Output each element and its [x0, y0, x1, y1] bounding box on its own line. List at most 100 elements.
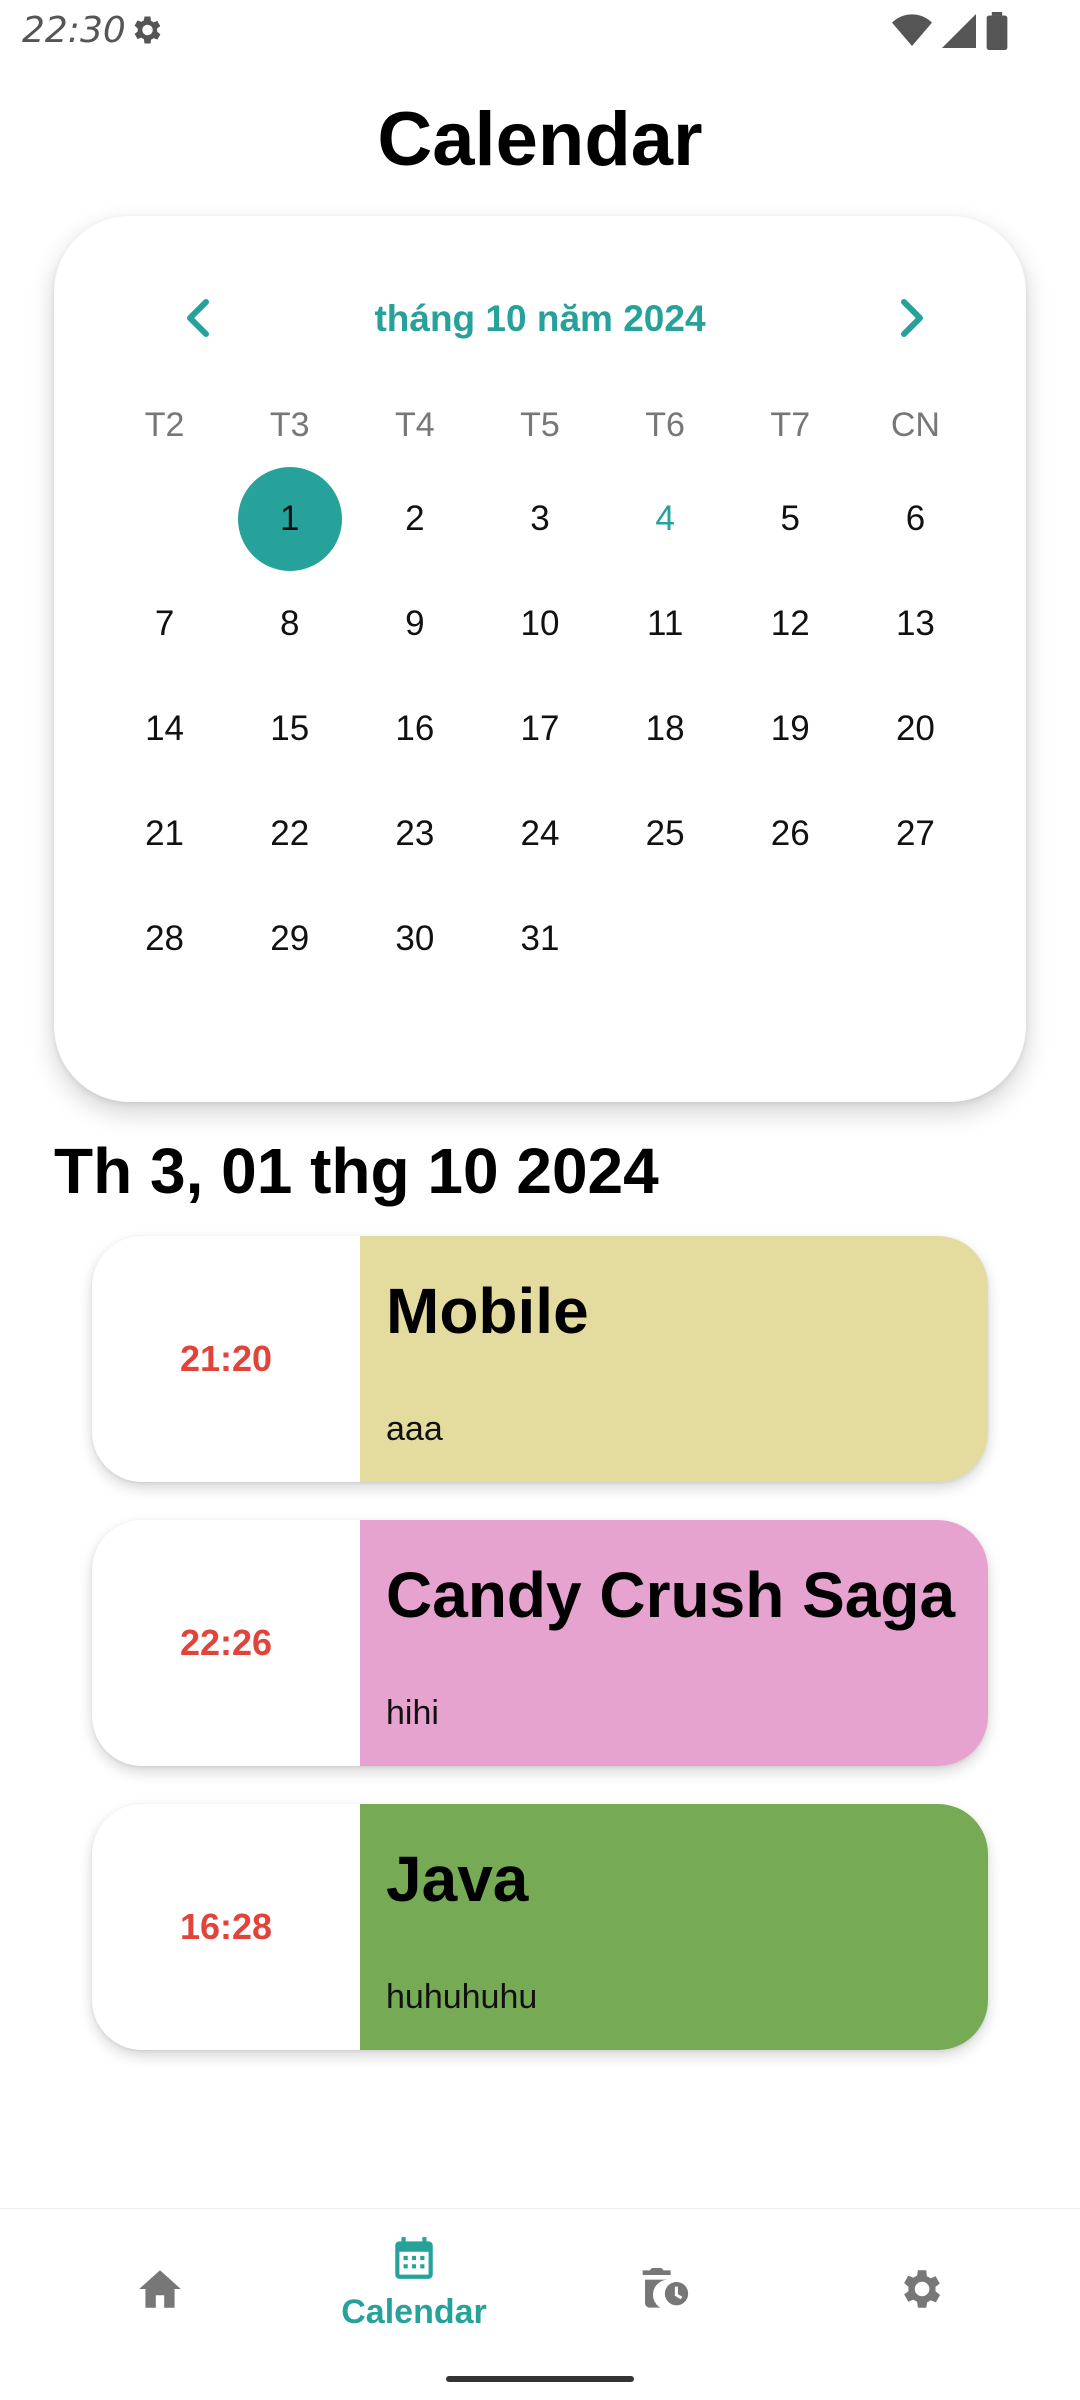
status-bar: 22:30: [0, 0, 1080, 66]
home-icon: [139, 2270, 181, 2308]
event-list: 21:20 Mobile aaa 22:26 Candy Crush Saga hihi 1…: [92, 1236, 988, 2088]
event-time: 21:20: [179, 1338, 273, 1379]
day-number: 26: [770, 813, 810, 853]
event-card[interactable]: 16:28 Java huhuhuhu: [92, 1804, 988, 2050]
day-cell[interactable]: 11: [603, 571, 728, 676]
day-number: 25: [645, 813, 685, 853]
history-icon: [642, 2268, 689, 2308]
day-number: 17: [520, 708, 560, 748]
nav-history[interactable]: [566, 2209, 766, 2369]
day-number: 18: [645, 708, 685, 748]
day-cell[interactable]: 13: [853, 571, 978, 676]
weekday-label: T5: [520, 406, 560, 444]
day-cell[interactable]: 25: [603, 781, 728, 886]
calendar-card: tháng 10 năm 2024 T2 T3 T4 T5 T6 T7 CN 1234567…: [54, 216, 1026, 1102]
day-number: 23: [395, 813, 435, 853]
calendar-icon: [395, 2237, 433, 2279]
day-cell[interactable]: 1: [227, 466, 352, 571]
weekday-label: CN: [890, 406, 940, 444]
day-cell[interactable]: 5: [728, 466, 853, 571]
event-body: Candy Crush Saga hihi: [360, 1520, 988, 1766]
day-number: 6: [905, 498, 926, 538]
day-cell[interactable]: 15: [227, 676, 352, 781]
nav-calendar[interactable]: Calendar: [314, 2209, 514, 2369]
day-cell[interactable]: 29: [227, 886, 352, 991]
day-cell[interactable]: 28: [102, 886, 227, 991]
day-cell[interactable]: 8: [227, 571, 352, 676]
day-number: 22: [270, 813, 310, 853]
weekday-label: T6: [645, 406, 685, 444]
day-number: 15: [270, 708, 310, 748]
day-cell[interactable]: 4: [603, 466, 728, 571]
nav-home[interactable]: [60, 2209, 260, 2369]
day-cell[interactable]: 14: [102, 676, 227, 781]
day-cell[interactable]: 3: [477, 466, 602, 571]
day-number: 16: [395, 708, 435, 748]
day-cell[interactable]: 23: [352, 781, 477, 886]
nav-settings[interactable]: [820, 2209, 1020, 2369]
day-number: 20: [895, 708, 935, 748]
month-label: tháng 10 năm 2024: [374, 298, 706, 339]
day-cell[interactable]: 31: [477, 886, 602, 991]
days-grid: 1 2 3 4 5 6 7 8 9 10 11 12 13 14 15 16 17 18 19 20 21 22 23 24 2…: [102, 466, 978, 991]
weekday-label: T3: [269, 406, 310, 444]
chevron-right-icon: [901, 299, 923, 337]
day-number: 3: [530, 498, 550, 538]
day-cell[interactable]: 6: [853, 466, 978, 571]
day-cell[interactable]: 24: [477, 781, 602, 886]
signal-icon: [942, 13, 976, 49]
day-cell[interactable]: 18: [603, 676, 728, 781]
nav-calendar-label: Calendar: [341, 2293, 487, 2331]
day-cell[interactable]: 10: [477, 571, 602, 676]
day-cell[interactable]: 26: [728, 781, 853, 886]
day-number: 21: [145, 813, 185, 853]
day-number: 8: [279, 603, 300, 643]
day-number: 31: [520, 918, 560, 958]
event-time: 22:26: [179, 1622, 273, 1663]
event-description: hihi: [386, 1694, 439, 1732]
day-cell[interactable]: 17: [477, 676, 602, 781]
day-cell[interactable]: 9: [352, 571, 477, 676]
day-cell[interactable]: 16: [352, 676, 477, 781]
day-number: 28: [145, 918, 185, 958]
event-time: 16:28: [179, 1906, 273, 1947]
status-indicators: [892, 12, 1008, 50]
event-card[interactable]: 22:26 Candy Crush Saga hihi: [92, 1520, 988, 1766]
day-number: 7: [154, 603, 175, 643]
day-number: 4: [655, 498, 675, 538]
day-number: 30: [395, 918, 435, 958]
day-cell[interactable]: 12: [728, 571, 853, 676]
day-number: 29: [270, 918, 310, 958]
day-number: 12: [770, 603, 810, 643]
day-cell[interactable]: 30: [352, 886, 477, 991]
status-time: 22:30: [22, 10, 126, 51]
day-number: 2: [405, 498, 425, 538]
event-title: Candy Crush Saga: [386, 1559, 956, 1631]
battery-icon: [986, 12, 1008, 50]
day-number: 11: [646, 603, 684, 643]
day-number: 13: [895, 603, 935, 643]
event-card[interactable]: 21:20 Mobile aaa: [92, 1236, 988, 1482]
day-number: 27: [895, 813, 935, 853]
calendar-header: tháng 10 năm 2024: [54, 262, 1026, 382]
event-body: Mobile aaa: [360, 1236, 988, 1482]
gear-icon: [904, 2270, 940, 2308]
day-cell[interactable]: 7: [102, 571, 227, 676]
day-cell[interactable]: 22: [227, 781, 352, 886]
day-number: 14: [145, 708, 185, 748]
day-cell[interactable]: 19: [728, 676, 853, 781]
status-gear-icon: [128, 12, 168, 52]
weekday-label: T4: [395, 406, 435, 444]
empty-day-cell: [102, 466, 227, 571]
home-indicator[interactable]: [446, 2376, 634, 2382]
day-cell[interactable]: 20: [853, 676, 978, 781]
day-number: 10: [520, 603, 560, 643]
day-number: 5: [780, 498, 800, 538]
day-cell[interactable]: 27: [853, 781, 978, 886]
wifi-icon: [892, 13, 932, 49]
day-number: 1: [237, 466, 342, 571]
next-month-button[interactable]: [882, 288, 942, 348]
day-cell[interactable]: 21: [102, 781, 227, 886]
page-title: Calendar: [377, 97, 703, 182]
day-cell[interactable]: 2: [352, 466, 477, 571]
